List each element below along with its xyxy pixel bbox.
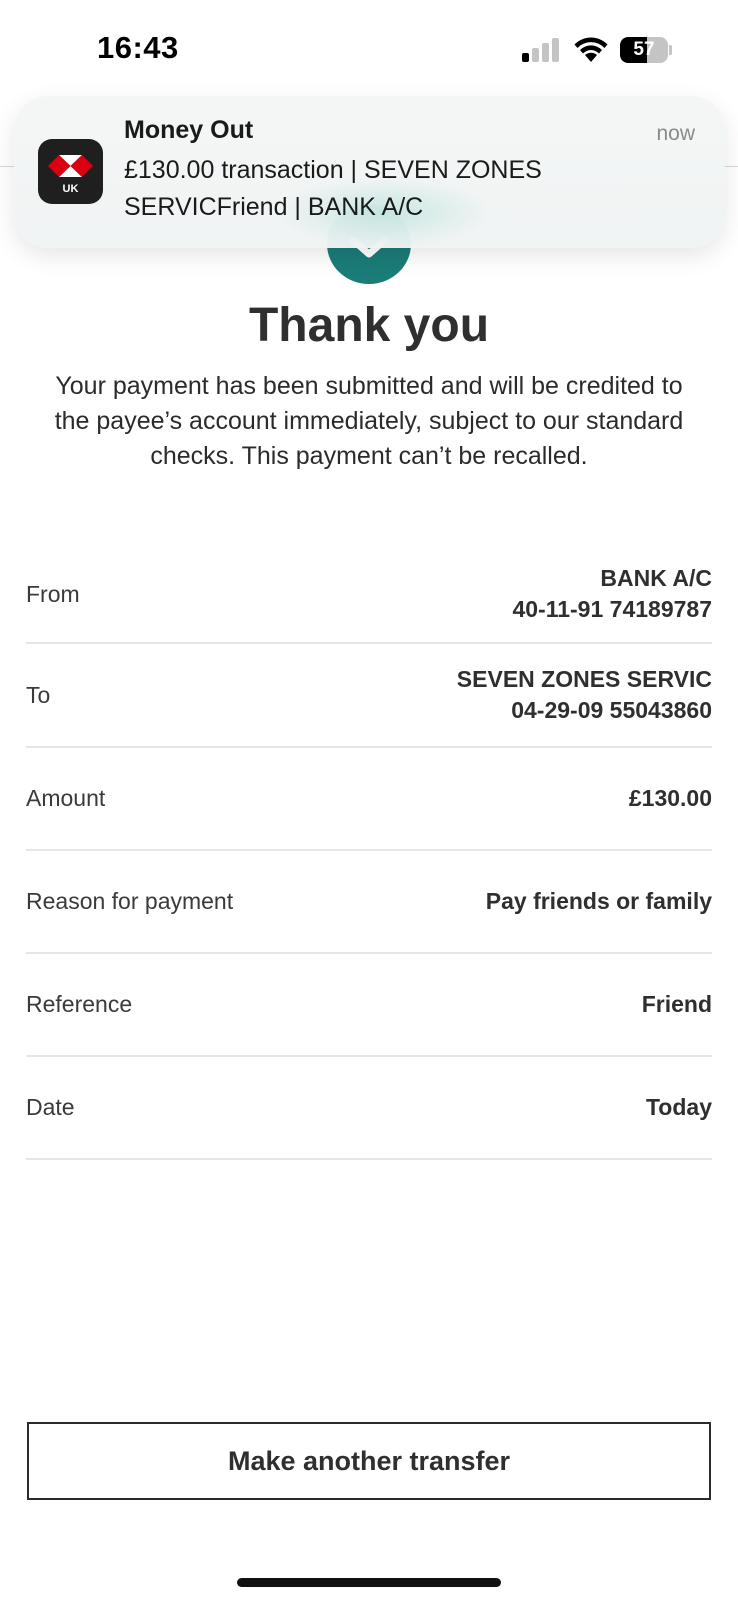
- detail-value: Friend: [641, 991, 712, 1017]
- detail-label: From: [26, 580, 80, 607]
- status-time: 16:43: [97, 30, 179, 65]
- notification-banner[interactable]: UK Money Out now £130.00 transaction | S…: [14, 96, 725, 248]
- detail-row-from: From BANK A/C 40-11-91 74189787: [26, 546, 712, 644]
- make-another-transfer-button[interactable]: Make another transfer: [27, 1422, 711, 1500]
- detail-label: Date: [26, 1094, 75, 1120]
- notification-title: Money Out: [124, 116, 254, 144]
- page-title: Thank you: [248, 299, 490, 352]
- detail-label: To: [26, 681, 51, 708]
- detail-row-reason: Reason for payment Pay friends or family: [26, 851, 712, 954]
- detail-value: Pay friends or family: [485, 888, 712, 914]
- detail-value: SEVEN ZONES SERVIC 04-29-09 55043860: [456, 666, 712, 723]
- payment-confirmation-screen: 16:43 57 UK Money Out now £130.00 transa…: [0, 0, 738, 1600]
- cellular-signal-icon: [522, 38, 562, 62]
- detail-label: Reason for payment: [26, 888, 234, 914]
- wifi-icon: [573, 35, 609, 63]
- home-indicator[interactable]: [237, 1578, 501, 1587]
- notification-body: £130.00 transaction | SEVEN ZONES SERVIC…: [124, 156, 542, 221]
- detail-row-amount: Amount £130.00: [26, 748, 712, 851]
- detail-value: Today: [645, 1094, 712, 1120]
- detail-row-reference: Reference Friend: [26, 954, 712, 1057]
- detail-row-to: To SEVEN ZONES SERVIC 04-29-09 55043860: [26, 644, 712, 748]
- detail-row-date: Date Today: [26, 1057, 712, 1160]
- detail-label: Reference: [26, 991, 133, 1017]
- battery-percentage: 57: [633, 39, 655, 60]
- detail-value: £130.00: [628, 785, 712, 811]
- app-icon-label: UK: [62, 183, 79, 195]
- detail-label: Amount: [26, 785, 106, 811]
- battery-icon: 57: [620, 37, 672, 63]
- status-bar: 16:43 57: [0, 0, 738, 100]
- hsbc-uk-app-icon: UK: [38, 139, 103, 204]
- confirmation-message: Your payment has been submitted and will…: [54, 372, 684, 470]
- notification-time: now: [656, 122, 695, 145]
- payment-details-list: From BANK A/C 40-11-91 74189787 To SEVEN…: [26, 546, 712, 1160]
- detail-value: BANK A/C 40-11-91 74189787: [512, 565, 712, 622]
